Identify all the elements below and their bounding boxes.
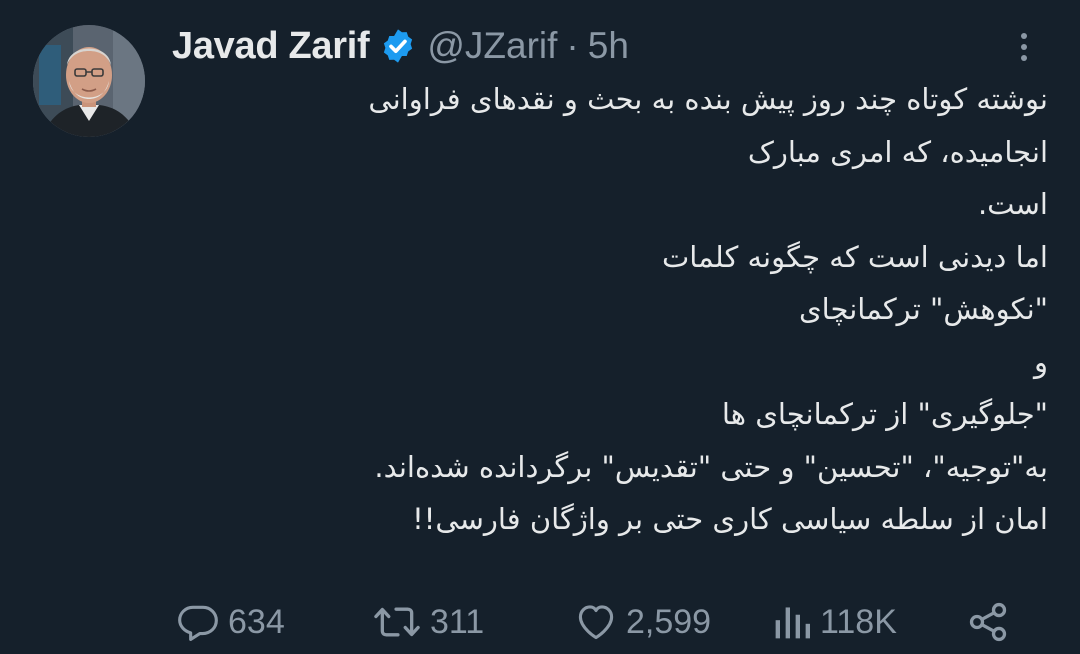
handle[interactable]: @JZarif: [427, 25, 557, 67]
views-chart-icon: [775, 607, 810, 639]
tweet-line: "نکوهش" ترکمانچای: [798, 292, 1048, 326]
tweet-text: نوشته کوتاه چند روز پیش بنده به بحث و نق…: [172, 73, 1048, 546]
share-icon: [969, 602, 1007, 642]
tweet-line: به"توجیه"، "تحسین" و حتی "تقدیس" برگردان…: [374, 449, 1048, 484]
verified-badge-icon: [379, 27, 417, 65]
heart-icon: [578, 605, 614, 640]
tweet-line: انجامیده، که امری مبارک: [747, 134, 1048, 169]
tweet-line: امان از سلطه سیاسی کاری حتی بر واژگان فا…: [412, 502, 1048, 536]
reply-button[interactable]: 634: [176, 592, 285, 652]
more-options-icon[interactable]: [1010, 28, 1038, 66]
reply-count: 634: [228, 602, 285, 641]
avatar[interactable]: [33, 25, 145, 137]
like-count: 2,599: [626, 602, 712, 641]
views-count: 118K: [820, 602, 897, 641]
tweet-line: است.: [977, 187, 1048, 221]
retweet-icon: [374, 607, 420, 637]
tweet[interactable]: Javad Zarif @JZarif · 5h نوشته کوتاه چند…: [0, 0, 1080, 654]
tweet-line: و: [1033, 344, 1048, 379]
tweet-line: اما دیدنی است که چگونه کلمات: [661, 239, 1048, 274]
views-button[interactable]: 118K: [772, 592, 897, 652]
share-button[interactable]: [966, 592, 1010, 652]
like-button[interactable]: 2,599: [574, 592, 711, 652]
retweet-count: 311: [430, 602, 485, 641]
tweet-line: "جلوگیری" از ترکمانچای ها: [721, 397, 1048, 431]
retweet-button[interactable]: 311: [372, 592, 484, 652]
timestamp[interactable]: 5h: [588, 25, 629, 67]
tweet-line: نوشته کوتاه چند روز پیش بنده به بحث و نق…: [368, 82, 1048, 116]
tweet-header: Javad Zarif @JZarif · 5h: [172, 20, 629, 72]
separator-dot: ·: [566, 25, 579, 66]
reply-icon: [178, 605, 218, 641]
display-name[interactable]: Javad Zarif: [172, 25, 370, 68]
profile-photo-icon: [33, 25, 145, 137]
action-bar: 634 311 2,599 118K: [0, 592, 1080, 652]
